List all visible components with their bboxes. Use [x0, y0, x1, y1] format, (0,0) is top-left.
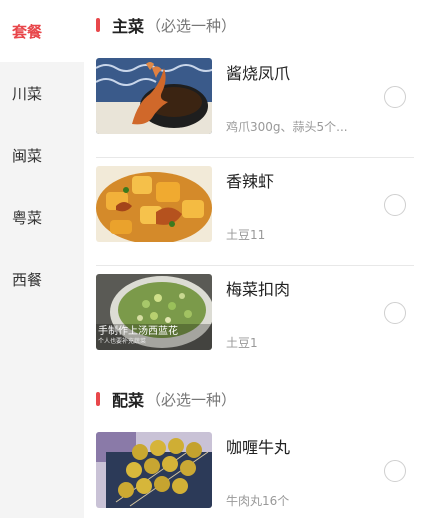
- section-marker: [96, 392, 100, 406]
- section-subtitle: （必选一种）: [146, 390, 237, 409]
- dish-item[interactable]: 手制作上汤西蓝花 个人也要补充蔬菜 梅菜扣肉 土豆1: [96, 266, 414, 374]
- dish-item[interactable]: 咖喱牛丸 牛肉丸16个: [96, 424, 414, 518]
- section-title: 主菜: [112, 17, 145, 36]
- sidebar-item-label: 粤菜: [12, 208, 43, 227]
- section-subtitle: （必选一种）: [146, 16, 237, 35]
- dish-ingredients: 土豆11: [226, 228, 266, 242]
- sidebar-item-mincai[interactable]: 闽菜: [0, 124, 84, 186]
- section-side-dishes: 配菜 （必选一种） 咖喱牛丸 牛肉丸16个: [84, 374, 422, 518]
- dish-item[interactable]: 酱烧凤爪 鸡爪300g、蒜头5个...: [96, 50, 414, 158]
- select-radio[interactable]: [384, 302, 406, 324]
- section-header-main: 主菜 （必选一种）: [84, 0, 422, 50]
- sidebar-item-chuancai[interactable]: 川菜: [0, 62, 84, 124]
- dish-list: 主菜 （必选一种） 酱烧凤爪 鸡爪300g、蒜头5个... 香辣虾 土豆11 手…: [84, 0, 422, 518]
- section-title: 配菜: [112, 391, 145, 410]
- sidebar-item-label: 闽菜: [12, 146, 43, 165]
- dish-photo-chicken-feet: [96, 58, 212, 134]
- section-header-side: 配菜 （必选一种）: [84, 374, 422, 424]
- select-radio[interactable]: [384, 460, 406, 482]
- sidebar-item-yuecai[interactable]: 粤菜: [0, 186, 84, 248]
- dish-ingredients: 牛肉丸16个: [226, 494, 290, 508]
- dish-photo-curry-beef-balls: [96, 432, 212, 508]
- section-marker: [96, 18, 100, 32]
- dish-name: 咖喱牛丸: [226, 438, 291, 457]
- dish-photo-braised-pork: 手制作上汤西蓝花 个人也要补充蔬菜: [96, 274, 212, 350]
- category-sidebar: 套餐 川菜 闽菜 粤菜 西餐: [0, 0, 84, 518]
- dish-name: 梅菜扣肉: [226, 280, 291, 299]
- dish-ingredients: 鸡爪300g、蒜头5个...: [226, 120, 348, 134]
- dish-name: 酱烧凤爪: [226, 64, 291, 83]
- dish-name: 香辣虾: [226, 172, 275, 191]
- thumb-caption: 手制作上汤西蓝花: [98, 326, 178, 337]
- dish-photo-spicy-shrimp: [96, 166, 212, 242]
- dish-item[interactable]: 香辣虾 土豆11: [96, 158, 414, 266]
- select-radio[interactable]: [384, 194, 406, 216]
- sidebar-item-taocan[interactable]: 套餐: [0, 0, 84, 62]
- dish-ingredients: 土豆1: [226, 336, 258, 350]
- select-radio[interactable]: [384, 86, 406, 108]
- sidebar-item-label: 西餐: [12, 270, 43, 289]
- sidebar-item-label: 套餐: [12, 22, 43, 41]
- sidebar-item-label: 川菜: [12, 84, 43, 103]
- thumb-caption-small: 个人也要补充蔬菜: [98, 338, 147, 345]
- sidebar-item-xican[interactable]: 西餐: [0, 248, 84, 310]
